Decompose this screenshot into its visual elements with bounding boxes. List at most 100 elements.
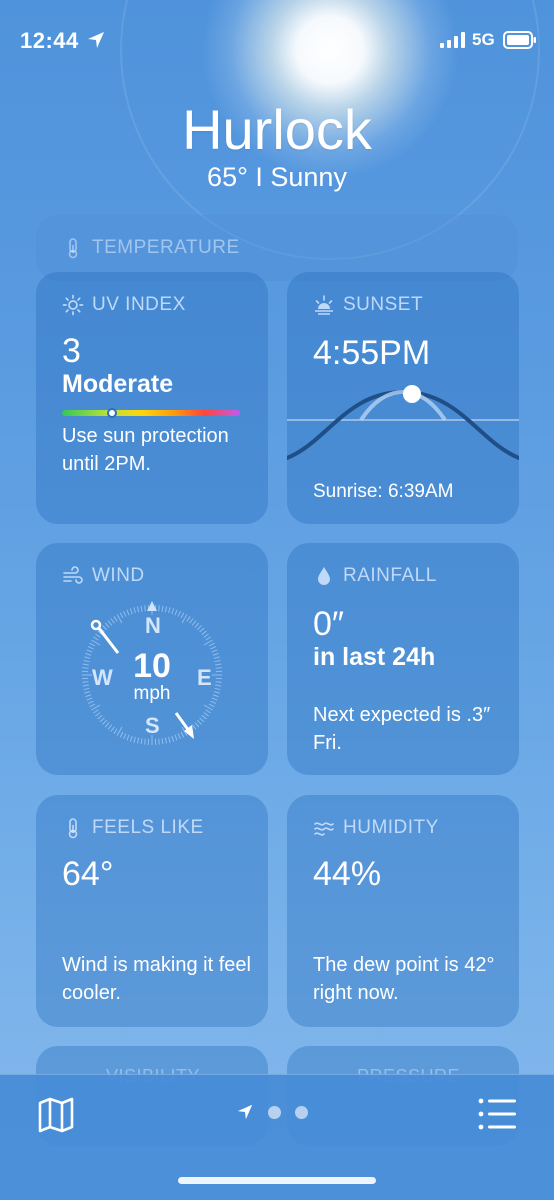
feels-like-title: FEELS LIKE — [62, 817, 204, 839]
uv-description: Use sun protection until 2PM. — [62, 425, 229, 475]
compass-tick — [97, 714, 103, 720]
compass-tick — [89, 642, 96, 647]
feels-like-card[interactable]: FEELS LIKE 64° Wind is making it feel co… — [36, 795, 268, 1027]
compass-tick — [161, 605, 164, 612]
compass-tick — [199, 627, 205, 633]
compass-tick — [196, 719, 202, 725]
compass-tick — [203, 633, 209, 638]
compass-tick — [102, 625, 108, 631]
sunset-time: 4:55PM — [313, 334, 431, 372]
compass-tick — [99, 717, 105, 723]
compass-south: S — [145, 713, 160, 738]
map-icon[interactable] — [36, 1095, 76, 1135]
rainfall-period: in last 24h — [313, 643, 436, 671]
wind-card[interactable]: WIND N E S W 10 mph — [36, 543, 268, 775]
feels-like-description: Wind is making it feel cooler. — [62, 954, 251, 1004]
current-location-icon[interactable] — [236, 1103, 254, 1121]
sunset-icon — [315, 295, 333, 315]
compass-tick — [158, 605, 160, 612]
compass-tick — [136, 737, 140, 744]
compass-tick — [110, 726, 115, 732]
compass-tick — [186, 616, 191, 622]
city-name: Hurlock — [182, 98, 372, 161]
humidity-value: 44% — [313, 855, 382, 893]
wind-unit: mph — [133, 683, 171, 704]
page-dot[interactable] — [268, 1105, 281, 1119]
compass-tick — [119, 612, 124, 619]
raindrop-icon — [318, 567, 330, 585]
compass-tick — [144, 605, 146, 612]
compass-tick — [136, 606, 140, 613]
thermometer-icon — [68, 238, 78, 259]
compass-tick — [189, 618, 194, 624]
compass-tick — [161, 738, 164, 745]
sun-path-graph — [287, 385, 519, 460]
uv-scale-marker — [106, 408, 117, 418]
sunset-card[interactable]: SUNSET 4:55PM Sunrise: 6:39AM — [287, 272, 519, 524]
uv-value: 3 — [62, 332, 81, 370]
compass-tick — [177, 733, 181, 740]
humidity-description: The dew point is 42° right now. — [313, 954, 495, 1004]
sunset-title: SUNSET — [313, 294, 423, 316]
compass-tick — [119, 731, 124, 738]
compass-tick — [205, 636, 211, 641]
location-header: Hurlock 65° I Sunny — [0, 100, 554, 193]
compass-tick — [196, 625, 202, 631]
compass-tick — [107, 620, 113, 626]
compass-tick — [104, 722, 110, 728]
compass-tick — [191, 724, 197, 730]
compass-tick — [208, 642, 215, 647]
wind-icon — [63, 566, 83, 584]
compass-tick — [102, 719, 108, 725]
status-bar: 12:44 5G — [0, 0, 554, 80]
compass-tick — [129, 735, 133, 742]
compass-tick — [123, 610, 127, 617]
compass-tick — [110, 618, 115, 624]
compass-tick — [104, 622, 110, 628]
home-indicator[interactable] — [178, 1177, 376, 1184]
humidity-title: HUMIDITY — [313, 817, 439, 839]
list-icon[interactable] — [478, 1097, 518, 1131]
temperature-title: TEMPERATURE — [62, 237, 240, 259]
compass-tick — [140, 605, 143, 612]
wind-title: WIND — [62, 565, 145, 587]
compass-tick — [133, 607, 136, 614]
compass-tick — [177, 610, 181, 617]
compass-tick — [93, 709, 99, 714]
status-time: 12:44 — [20, 28, 79, 53]
compass-tick — [171, 735, 175, 742]
compass-tick — [126, 609, 130, 616]
compass-tick — [174, 734, 178, 741]
compass-north: N — [145, 613, 161, 638]
uv-title: UV INDEX — [62, 294, 186, 316]
humidity-card[interactable]: HUMIDITY 44% The dew point is 42° right … — [287, 795, 519, 1027]
sunrise-time: Sunrise: 6:39AM — [313, 481, 454, 502]
page-dot[interactable] — [295, 1105, 308, 1119]
rainfall-value: 0″ — [313, 605, 344, 643]
rainfall-description: Next expected is .3″ Fri. — [313, 704, 491, 754]
compass-tick — [201, 714, 207, 720]
compass-tick — [194, 722, 200, 728]
compass-tick — [123, 733, 127, 740]
compass-tick — [180, 731, 185, 738]
uv-index-card[interactable]: UV INDEX 3 Moderate Use sun protection u… — [36, 272, 268, 524]
compass-tick — [203, 712, 209, 717]
compass-tick — [180, 612, 185, 619]
network-label: 5G — [472, 30, 495, 49]
uv-level: Moderate — [62, 370, 174, 398]
thermometer-icon — [68, 818, 78, 839]
wind-speed: 10 — [133, 647, 171, 685]
compass-tick — [93, 636, 99, 641]
weather-summary: 65° I Sunny — [207, 162, 347, 192]
sun-icon — [62, 294, 84, 316]
compass-tick — [133, 736, 136, 743]
compass-tick — [174, 609, 178, 616]
compass-tick — [95, 633, 101, 638]
compass-tick — [107, 724, 113, 730]
compass-tick — [194, 622, 200, 628]
page-indicator[interactable] — [236, 1103, 308, 1121]
compass-tick — [164, 606, 168, 613]
rainfall-card[interactable]: RAINFALL 0″ in last 24h Next expected is… — [287, 543, 519, 775]
compass-tick — [113, 728, 118, 734]
compass-tick — [144, 738, 146, 745]
